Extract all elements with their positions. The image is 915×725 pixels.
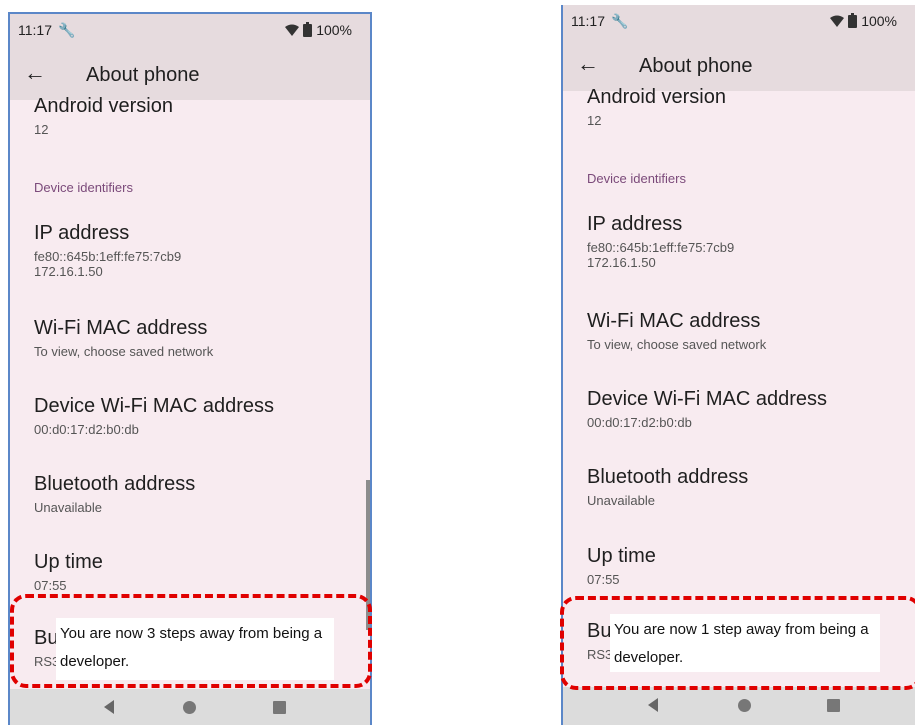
status-bar: 11:17 🔧 100%	[563, 5, 915, 39]
device-wifi-mac-title: Device Wi-Fi MAC address	[587, 388, 828, 410]
device-wifi-mac-item[interactable]: Device Wi-Fi MAC address 00:d0:17:d2:b0:…	[34, 394, 274, 437]
wifi-icon	[285, 24, 300, 36]
app-bar: ← About phone	[10, 48, 370, 100]
ip-address-value-1: fe80::645b:1eff:fe75:7cb9	[34, 249, 182, 264]
android-version-title: Android version	[34, 95, 173, 117]
navigation-bar	[10, 689, 370, 725]
device-wifi-mac-value: 00:d0:17:d2:b0:db	[34, 422, 139, 437]
bluetooth-address-value: Unavailable	[587, 493, 655, 508]
highlight-box-left	[10, 594, 372, 688]
up-time-title: Up time	[587, 545, 656, 567]
device-wifi-mac-value: 00:d0:17:d2:b0:db	[587, 415, 692, 430]
bluetooth-address-item[interactable]: Bluetooth address Unavailable	[34, 472, 195, 515]
ip-address-item[interactable]: IP address fe80::645b:1eff:fe75:7cb9 172…	[587, 212, 734, 270]
up-time-value: 07:55	[587, 572, 620, 587]
wifi-mac-title: Wi-Fi MAC address	[34, 317, 208, 339]
wifi-mac-item[interactable]: Wi-Fi MAC address To view, choose saved …	[34, 316, 213, 359]
bluetooth-address-title: Bluetooth address	[587, 466, 749, 488]
category-device-identifiers: Device identifiers	[34, 180, 133, 195]
ip-address-value-2: 172.16.1.50	[34, 264, 103, 279]
bluetooth-address-value: Unavailable	[34, 500, 102, 515]
page-title: About phone	[86, 64, 200, 86]
nav-recents-icon[interactable]	[273, 701, 286, 714]
device-wifi-mac-title: Device Wi-Fi MAC address	[34, 395, 275, 417]
android-version-item[interactable]: Android version 12	[587, 85, 726, 128]
android-version-title: Android version	[587, 86, 726, 108]
device-wifi-mac-item[interactable]: Device Wi-Fi MAC address 00:d0:17:d2:b0:…	[587, 387, 827, 430]
nav-back-icon[interactable]	[104, 700, 114, 714]
ip-address-item[interactable]: IP address fe80::645b:1eff:fe75:7cb9 172…	[34, 221, 181, 279]
android-version-value: 12	[587, 113, 602, 128]
ip-address-value-1: fe80::645b:1eff:fe75:7cb9	[587, 240, 735, 255]
nav-recents-icon[interactable]	[827, 699, 840, 712]
up-time-title: Up time	[34, 551, 103, 573]
highlight-box-right	[560, 596, 915, 690]
wifi-mac-title: Wi-Fi MAC address	[587, 310, 761, 332]
up-time-value: 07:55	[34, 578, 67, 593]
ip-address-title: IP address	[587, 213, 683, 235]
back-arrow-icon[interactable]: ←	[577, 51, 599, 77]
android-version-value: 12	[34, 122, 49, 137]
bluetooth-address-title: Bluetooth address	[34, 473, 196, 495]
battery-icon	[303, 21, 313, 37]
ip-address-value-2: 172.16.1.50	[587, 255, 656, 270]
android-version-item[interactable]: Android version 12	[34, 94, 173, 137]
navigation-bar	[563, 687, 915, 725]
nav-back-icon[interactable]	[648, 698, 658, 712]
page-title: About phone	[639, 55, 753, 77]
wrench-icon: 🔧	[58, 22, 76, 38]
nav-home-icon[interactable]	[183, 701, 196, 714]
nav-home-icon[interactable]	[738, 699, 751, 712]
status-bar: 11:17 🔧 100%	[10, 14, 370, 48]
app-bar: ← About phone	[563, 39, 915, 91]
battery-icon	[848, 12, 858, 28]
ip-address-title: IP address	[34, 222, 130, 244]
status-time: 11:17 🔧	[571, 13, 629, 29]
battery-percent: 100%	[861, 13, 897, 29]
up-time-item[interactable]: Up time 07:55	[34, 550, 103, 593]
status-time: 11:17 🔧	[18, 22, 76, 38]
up-time-item[interactable]: Up time 07:55	[587, 544, 656, 587]
category-device-identifiers: Device identifiers	[587, 171, 686, 186]
wifi-mac-value: To view, choose saved network	[34, 344, 214, 359]
back-arrow-icon[interactable]: ←	[24, 60, 46, 86]
wifi-mac-value: To view, choose saved network	[587, 337, 767, 352]
wrench-icon: 🔧	[611, 13, 629, 29]
battery-percent: 100%	[316, 22, 352, 38]
wifi-mac-item[interactable]: Wi-Fi MAC address To view, choose saved …	[587, 309, 766, 352]
wifi-icon	[830, 15, 845, 27]
bluetooth-address-item[interactable]: Bluetooth address Unavailable	[587, 465, 748, 508]
